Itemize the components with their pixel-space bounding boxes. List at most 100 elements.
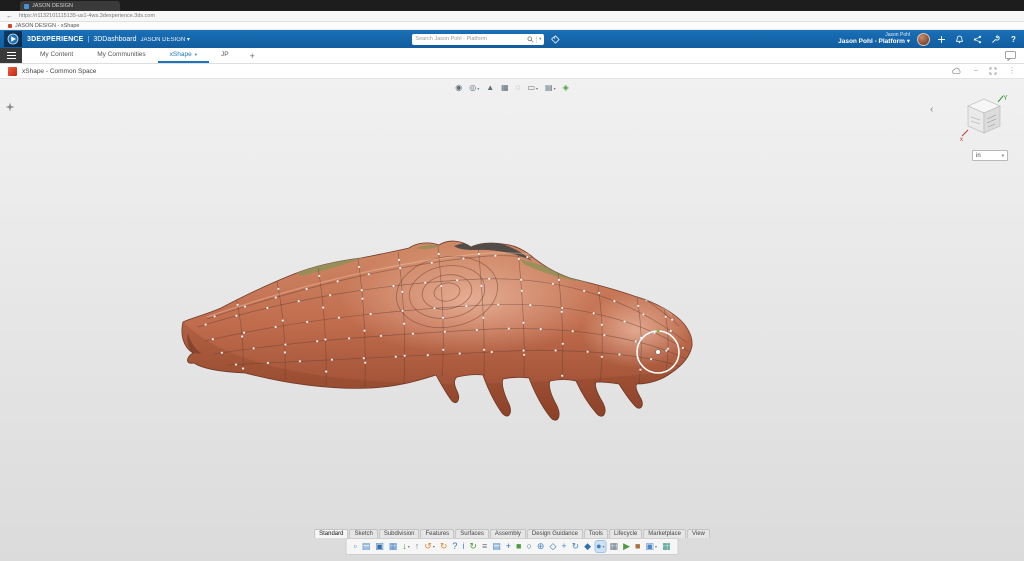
chat-icon[interactable] (1005, 48, 1024, 63)
action-bar-tab[interactable]: View (687, 529, 710, 538)
update-icon[interactable]: ↻ (468, 541, 478, 552)
view-cube[interactable]: Y x (958, 92, 1008, 142)
dropdown-caret-icon[interactable]: ▾ (603, 544, 605, 549)
new-tab-button[interactable]: + (241, 48, 264, 63)
browser-urlbar: ← https://r1132101115135-us1-4ws.3dexper… (0, 11, 1024, 22)
open-icon[interactable]: ▤ (361, 541, 372, 552)
user-avatar[interactable] (917, 33, 930, 46)
dashboard-tab[interactable]: My Communities (85, 48, 157, 63)
app-name[interactable]: 3DDashboard (93, 36, 136, 43)
annotation-flag-icon[interactable]: ▲ (484, 83, 496, 93)
print-icon[interactable]: ▦ (388, 541, 399, 552)
tenant-selector[interactable]: JASON DESIGN ▾ (141, 36, 190, 43)
render-style-icon[interactable]: ◎ ▾ (467, 83, 481, 93)
help-icon[interactable]: ? (451, 541, 458, 552)
dashboard-tab[interactable]: JP (209, 48, 241, 63)
action-bar-tab[interactable]: Subdivision (379, 529, 420, 538)
help-icon[interactable]: ? (1007, 32, 1020, 46)
tag-icon[interactable] (549, 32, 562, 46)
back-button[interactable]: ← (6, 13, 13, 20)
3ds-compass-logo[interactable] (4, 31, 22, 47)
rotate-view-icon[interactable]: ↻ (571, 541, 581, 552)
action-bar-tab[interactable]: Sketch (349, 529, 377, 538)
save-icon[interactable]: ▣ (374, 541, 385, 552)
view-toolbar: ◉ ◎ ▾ ▲ ▦ ◌ ▭ ▾ ▤ (453, 83, 571, 93)
brand-name[interactable]: 3DEXPERIENCE (27, 36, 83, 43)
browser-tab-title: JASON DESIGN (32, 3, 73, 9)
multi-view-icon[interactable]: ▦ (609, 541, 620, 552)
new-content-icon[interactable]: ▫ (353, 541, 358, 552)
action-bar-tab[interactable]: Surfaces (455, 529, 489, 538)
fit-all-icon[interactable]: ◇ (548, 541, 557, 552)
overflow-menu-icon[interactable]: ⋮ (1008, 67, 1016, 75)
play-icon[interactable]: ▶ (622, 541, 631, 552)
search-input[interactable] (415, 36, 525, 42)
design-tree-icon[interactable]: ◈ (561, 83, 571, 93)
action-bar-tab[interactable]: Assembly (490, 529, 526, 538)
redo-icon[interactable]: ↻ (439, 541, 449, 552)
axis-y-label: Y (1003, 95, 1008, 102)
search-scope-caret-icon[interactable]: ▾ (539, 36, 541, 42)
user-info[interactable]: Jason Pohl Jason Pohl - Platform ▾ (838, 32, 910, 46)
platform-search: ▾ (412, 34, 544, 45)
search-tool-icon[interactable]: ○ (525, 541, 532, 552)
export-icon[interactable]: ↑ (414, 541, 421, 552)
undo-icon[interactable]: ↺ ▾ (423, 541, 436, 552)
app-title: xShape - Common Space (22, 68, 96, 75)
screen-layout-icon[interactable]: ▭ ▾ (525, 83, 540, 93)
action-bar-tab[interactable]: Design Guidance (527, 529, 583, 538)
dropdown-caret-icon[interactable]: ▾ (536, 86, 538, 91)
action-bar-tab[interactable]: Lifecycle (609, 529, 642, 538)
measure-icon[interactable]: + (505, 541, 512, 552)
lock-icon[interactable]: ■ (515, 541, 522, 552)
action-bar-tab[interactable]: Standard (314, 529, 348, 538)
notifications-bell-icon[interactable] (953, 32, 966, 46)
3d-model-canvas[interactable] (0, 79, 1024, 561)
compass-icon[interactable] (5, 99, 15, 117)
cloud-status-icon[interactable] (951, 62, 962, 80)
list-view-icon[interactable]: ≡ (481, 541, 488, 552)
shaded-view-icon[interactable]: ● ▾ (595, 541, 605, 552)
grid-icon[interactable]: ▦ (661, 541, 672, 552)
bookmark-favicon (8, 24, 12, 28)
platform-header: 3DEXPERIENCE | 3DDashboard JASON DESIGN … (0, 30, 1024, 48)
dashboard-tab[interactable]: xShape ▾ (158, 48, 209, 63)
info-icon[interactable]: i (461, 541, 465, 552)
action-bar-tab[interactable]: Marketplace (643, 529, 686, 538)
add-icon[interactable] (935, 32, 948, 46)
fullscreen-button[interactable] (989, 62, 997, 80)
collapse-panel-icon[interactable]: ‹ (930, 105, 933, 115)
dropdown-caret-icon[interactable]: ▾ (433, 544, 435, 549)
action-bar-tab[interactable]: Tools (584, 529, 608, 538)
display-options-icon[interactable]: ▤ ▾ (543, 83, 558, 93)
tab-caret-icon[interactable]: ▾ (195, 52, 197, 58)
viewport[interactable]: ◉ ◎ ▾ ▲ ▦ ◌ ▭ ▾ ▤ (0, 79, 1024, 561)
import-icon[interactable]: ↓ ▾ (401, 541, 411, 552)
bookmark-item[interactable]: JASON DESIGN - xShape (15, 23, 80, 29)
tools-wrench-icon[interactable] (989, 32, 1002, 46)
dropdown-caret-icon[interactable]: ▾ (477, 86, 479, 91)
browser-tab[interactable]: JASON DESIGN (20, 1, 120, 11)
dashboard-tab[interactable]: My Content (28, 48, 85, 63)
zoom-area-icon[interactable]: ◌ (514, 83, 523, 93)
url-text[interactable]: https://r1132101115135-us1-4ws.3dexperie… (19, 13, 155, 19)
units-caret-icon: ▾ (1002, 153, 1004, 159)
capture-icon[interactable]: ▣ ▾ (644, 541, 658, 552)
view-mode-icon[interactable]: ◉ (453, 83, 464, 93)
pan-icon[interactable]: + (560, 541, 567, 552)
search-icon[interactable] (527, 36, 534, 43)
properties-icon[interactable]: ▤ (491, 541, 502, 552)
dashboard-tabbar: My Content My Communities xShape ▾ JP + (0, 48, 1024, 64)
action-bar-tab[interactable]: Features (421, 529, 455, 538)
dropdown-caret-icon[interactable]: ▾ (408, 544, 410, 549)
zoom-in-icon[interactable]: ⊕ (536, 541, 546, 552)
iso-view-icon[interactable]: ◆ (583, 541, 592, 552)
share-icon[interactable] (971, 32, 984, 46)
units-dropdown[interactable]: in ▾ (972, 150, 1008, 161)
dropdown-caret-icon[interactable]: ▾ (554, 86, 556, 91)
menu-button[interactable] (0, 48, 22, 63)
dropdown-caret-icon[interactable]: ▾ (655, 544, 657, 549)
section-view-icon[interactable]: ▦ (499, 83, 511, 93)
package-icon[interactable]: ■ (634, 541, 641, 552)
minimize-button[interactable]: − (973, 67, 978, 75)
